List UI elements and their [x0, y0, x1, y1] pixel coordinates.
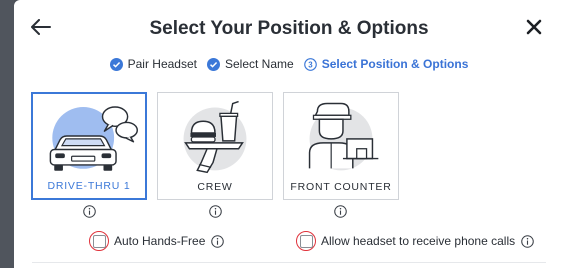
- page-title: Select Your Position & Options: [149, 18, 429, 39]
- info-icon[interactable]: [83, 205, 96, 218]
- position-label: DRIVE-THRU 1: [47, 180, 131, 192]
- info-icon[interactable]: [521, 234, 534, 248]
- info-icon[interactable]: [334, 205, 347, 218]
- close-icon: [526, 19, 542, 35]
- step-select-name: Select Name: [206, 57, 294, 71]
- close-button[interactable]: [522, 15, 546, 39]
- phone-calls-checkbox[interactable]: [296, 231, 316, 251]
- position-card-drive-thru[interactable]: DRIVE-THRU 1: [31, 92, 147, 200]
- position-card-crew[interactable]: CREW: [157, 92, 273, 200]
- position-card-front-counter[interactable]: FRONT COUNTER: [283, 92, 399, 200]
- step-select-position: 3 Select Position & Options: [303, 57, 469, 71]
- dialog-header: Select Your Position & Options: [14, 0, 564, 56]
- cashier-icon: [308, 102, 379, 171]
- option-phone-calls: Allow headset to receive phone calls: [296, 231, 534, 251]
- position-options-dialog: Select Your Position & Options Pair Head…: [14, 0, 564, 268]
- car-speech-icon: [49, 106, 138, 171]
- option-auto-hands-free: Auto Hands-Free: [89, 231, 225, 251]
- svg-text:3: 3: [308, 60, 313, 69]
- divider: [32, 262, 546, 263]
- auto-hands-free-checkbox[interactable]: [89, 231, 109, 251]
- info-icon[interactable]: [209, 205, 222, 218]
- step-label: Select Name: [224, 57, 294, 71]
- burger-tray-icon: [183, 100, 247, 174]
- progress-steps: Pair Headset Select Name 3 Select Positi…: [14, 55, 564, 73]
- checkbox-box: [92, 234, 106, 248]
- position-cards: DRIVE-THRU 1 CREW FRONT COUNTER: [31, 92, 551, 202]
- option-label: Allow headset to receive phone calls: [321, 234, 516, 248]
- info-icon[interactable]: [211, 234, 225, 248]
- position-label: FRONT COUNTER: [290, 181, 392, 193]
- checkbox-box: [299, 234, 313, 248]
- background-app-strip: [0, 0, 14, 268]
- check-circle-icon: [206, 57, 220, 71]
- check-circle-icon: [109, 57, 123, 71]
- step-label: Pair Headset: [127, 57, 197, 71]
- step-label: Select Position & Options: [321, 57, 469, 71]
- option-label: Auto Hands-Free: [114, 234, 206, 248]
- step-pair-headset: Pair Headset: [109, 57, 197, 71]
- position-label: CREW: [197, 181, 233, 193]
- step-number-icon: 3: [303, 57, 317, 71]
